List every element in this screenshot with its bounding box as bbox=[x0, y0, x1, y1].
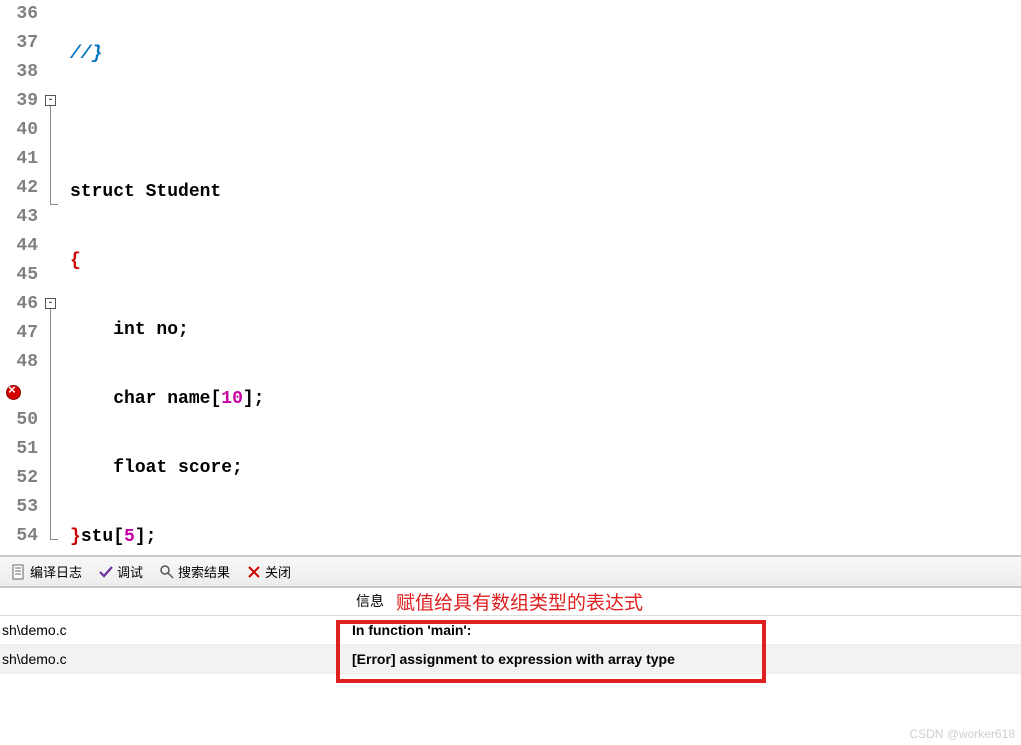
fold-toggle-icon[interactable]: - bbox=[45, 95, 56, 106]
line-number: 53 bbox=[0, 493, 42, 522]
compiler-output-row[interactable]: sh\demo.c [Error] assignment to expressi… bbox=[0, 645, 1021, 674]
line-number: 44 bbox=[0, 232, 42, 261]
line-number: 51 bbox=[0, 435, 42, 464]
annotation-text: 赋值给具有数组类型的表达式 bbox=[390, 588, 649, 615]
search-results-tab[interactable]: 搜索结果 bbox=[152, 559, 237, 584]
line-number: 39 bbox=[0, 87, 42, 116]
line-number: 54 bbox=[0, 522, 42, 551]
watermark-text: CSDN @worker618 bbox=[909, 727, 1015, 741]
line-number: 47 bbox=[0, 319, 42, 348]
output-message: In function 'main': bbox=[350, 622, 471, 638]
code-content[interactable]: //} struct Student { int no; char name[1… bbox=[68, 0, 1021, 555]
debug-tab[interactable]: 调试 bbox=[91, 559, 150, 584]
compile-log-tab[interactable]: 编译日志 bbox=[4, 559, 89, 584]
output-file-path: sh\demo.c bbox=[0, 651, 350, 667]
fold-toggle-icon[interactable]: - bbox=[45, 298, 56, 309]
tab-label: 搜索结果 bbox=[178, 562, 230, 581]
output-panel-header: 信息 赋值给具有数组类型的表达式 bbox=[0, 588, 1021, 616]
line-number: 41 bbox=[0, 145, 42, 174]
close-tab[interactable]: 关闭 bbox=[239, 559, 298, 584]
line-number: 50 bbox=[0, 406, 42, 435]
line-number: 52 bbox=[0, 464, 42, 493]
document-icon bbox=[11, 564, 27, 580]
search-icon bbox=[159, 564, 175, 580]
tab-label: 编译日志 bbox=[30, 562, 82, 581]
tab-label: 调试 bbox=[117, 562, 143, 581]
code-editor[interactable]: 36 37 38 39 40 41 42 43 44 45 46 47 48 4… bbox=[0, 0, 1021, 555]
close-icon bbox=[246, 564, 262, 580]
output-file-path: sh\demo.c bbox=[0, 622, 350, 638]
info-column-header: 信息 bbox=[350, 588, 390, 615]
line-number: 42 bbox=[0, 174, 42, 203]
line-number: 48 bbox=[0, 348, 42, 377]
output-message: [Error] assignment to expression with ar… bbox=[350, 651, 675, 667]
error-gutter-icon: 49 bbox=[0, 377, 42, 406]
line-number: 37 bbox=[0, 29, 42, 58]
compiler-output-row[interactable]: sh\demo.c In function 'main': bbox=[0, 616, 1021, 645]
bottom-tab-bar: 编译日志 调试 搜索结果 关闭 bbox=[0, 555, 1021, 588]
line-number: 36 bbox=[0, 0, 42, 29]
line-number: 46 bbox=[0, 290, 42, 319]
line-number: 38 bbox=[0, 58, 42, 87]
line-number: 40 bbox=[0, 116, 42, 145]
line-number-gutter: 36 37 38 39 40 41 42 43 44 45 46 47 48 4… bbox=[0, 0, 42, 555]
fold-column[interactable]: - - bbox=[42, 0, 68, 555]
check-icon bbox=[98, 564, 114, 580]
line-number: 43 bbox=[0, 203, 42, 232]
output-panel: 信息 赋值给具有数组类型的表达式 sh\demo.c In function '… bbox=[0, 588, 1021, 674]
tab-label: 关闭 bbox=[265, 562, 291, 581]
line-number: 45 bbox=[0, 261, 42, 290]
